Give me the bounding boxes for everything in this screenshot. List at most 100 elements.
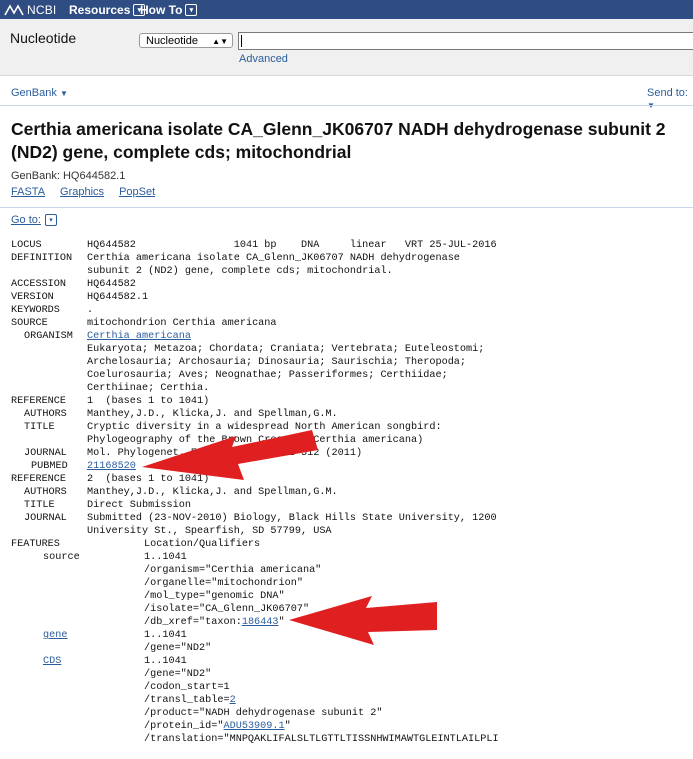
reference2-authors: Manthey,J.D., Klicka,J. and Spellman,G.M… [87, 487, 338, 498]
divider [0, 105, 693, 106]
goto-label: Go to: [11, 214, 41, 226]
chevron-down-icon: ▾ [185, 4, 198, 16]
qualifier: /gene="ND2" [144, 643, 212, 654]
pubmed-key: PUBMED [31, 461, 68, 472]
version-value: HQ644582.1 [87, 292, 149, 303]
reference1-label: 1 (bases 1 to 1041) [87, 396, 210, 407]
search-bar: Nucleotide Nucleotide ▲▼ Advanced [0, 19, 693, 76]
advanced-search-link[interactable]: Advanced [239, 53, 288, 65]
keywords-key: KEYWORDS [11, 305, 60, 316]
red-arrow-taxon [289, 596, 437, 645]
reference-key: REFERENCE [11, 474, 67, 485]
protein-id-qualifier: /protein_id="ADU53909.1" [144, 721, 291, 732]
organism-key: ORGANISM [24, 331, 73, 342]
taxonomy-line: Certhiinae; Certhia. [87, 383, 210, 394]
goto-dropdown[interactable]: Go to: ▾ [11, 214, 57, 226]
transl-prefix: /transl_table= [144, 695, 230, 706]
gene-location: 1..1041 [144, 630, 187, 641]
accession-value: HQ644582 [87, 279, 136, 290]
reference2-journal: Submitted (23-NOV-2010) Biology, Black H… [87, 513, 497, 524]
genbank-record: LOCUS HQ644582 1041 bp DNA linear VRT 25… [0, 0, 499, 759]
organism-link[interactable]: Certhia americana [87, 331, 191, 342]
qualifier: /gene="ND2" [144, 669, 212, 680]
accession-key: ACCESSION [11, 279, 67, 290]
database-title: Nucleotide [10, 30, 77, 46]
select-arrows-icon: ▲▼ [212, 37, 228, 46]
definition-line: Certhia americana isolate CA_Glenn_JK067… [87, 253, 460, 264]
taxonomy-line: Coelurosauria; Aves; Neognathae; Passeri… [87, 370, 448, 381]
cds-feature-link[interactable]: CDS [43, 656, 61, 667]
transl-table-qualifier: /transl_table=2 [144, 695, 236, 706]
source-location: 1..1041 [144, 552, 187, 563]
cds-location: 1..1041 [144, 656, 187, 667]
source-key: SOURCE [11, 318, 48, 329]
database-select-value: Nucleotide [146, 35, 198, 47]
features-key: FEATURES [11, 539, 60, 550]
authors-key: AUTHORS [24, 487, 67, 498]
taxonomy-line: Archelosauria; Archosauria; Dinosauria; … [87, 357, 467, 368]
pubmed-link[interactable]: 21168520 [87, 461, 136, 472]
qualifier: /translation="MNPQAKLIFALSLTLGTTLTISSNHW… [144, 734, 499, 745]
definition-line: subunit 2 (ND2) gene, complete cds; mito… [87, 266, 393, 277]
reference2-label: 2 (bases 1 to 1041) [87, 474, 210, 485]
reference1-journal: Mol. Phylogenet. Evol. 58 (3), 502-512 (… [87, 448, 363, 459]
source-feature-key: source [43, 552, 80, 563]
taxon-link[interactable]: 186443 [242, 617, 279, 628]
format-dropdown[interactable]: GenBank ▼ [11, 87, 68, 99]
qualifier: /mol_type="genomic DNA" [144, 591, 285, 602]
reference1-authors: Manthey,J.D., Klicka,J. and Spellman,G.M… [87, 409, 338, 420]
reference2-title: Direct Submission [87, 500, 191, 511]
definition-key: DEFINITION [11, 253, 73, 264]
version-key: VERSION [11, 292, 54, 303]
qualifier: /organism="Certhia americana" [144, 565, 322, 576]
reference1-title: Phylogeography of the Brown Creeper (Cer… [87, 435, 424, 446]
qualifier: /product="NADH dehydrogenase subunit 2" [144, 708, 383, 719]
keywords-value: . [87, 305, 94, 316]
search-input[interactable] [238, 32, 693, 50]
locus-key: LOCUS [11, 240, 42, 251]
db-xref-prefix: /db_xref="taxon: [144, 617, 242, 628]
popset-link[interactable]: PopSet [119, 186, 155, 198]
db-xref-suffix: " [278, 617, 285, 628]
record-links: FASTA Graphics PopSet [11, 186, 155, 198]
resources-label: Resources [69, 3, 131, 17]
protein-id-link[interactable]: ADU53909.1 [223, 721, 284, 732]
caret-down-icon: ▼ [59, 89, 68, 98]
protein-suffix: " [284, 721, 291, 732]
howto-label: How To [140, 3, 183, 17]
ncbi-top-bar: NCBI Resources ▾ How To ▾ [0, 0, 693, 19]
authors-key: AUTHORS [24, 409, 67, 420]
qualifier: /isolate="CA_Glenn_JK06707" [144, 604, 310, 615]
record-title: Certhia americana isolate CA_Glenn_JK067… [11, 119, 666, 162]
fasta-link[interactable]: FASTA [11, 186, 45, 198]
ncbi-logo-text: NCBI [27, 2, 57, 17]
protein-prefix: /protein_id=" [144, 721, 224, 732]
text-caret [241, 35, 242, 47]
journal-key: JOURNAL [24, 448, 67, 459]
db-xref-qualifier: /db_xref="taxon:186443" [144, 617, 285, 628]
howto-menu[interactable]: How To ▾ [140, 3, 198, 17]
database-select[interactable]: Nucleotide ▲▼ [139, 33, 233, 48]
reference2-journal: University St., Spearfish, SD 57799, USA [87, 526, 332, 537]
reference-key: REFERENCE [11, 396, 67, 407]
chevron-down-icon: ▾ [44, 214, 57, 226]
gene-feature-link[interactable]: gene [43, 630, 67, 641]
graphics-link[interactable]: Graphics [60, 186, 104, 198]
locus-value: HQ644582 1041 bp DNA linear VRT 25-JUL-2… [87, 240, 497, 251]
reference1-title: Cryptic diversity in a widespread North … [87, 422, 442, 433]
qualifier: /codon_start=1 [144, 682, 230, 693]
qualifier: /organelle="mitochondrion" [144, 578, 303, 589]
source-value: mitochondrion Certhia americana [87, 318, 277, 329]
title-key: TITLE [24, 500, 55, 511]
divider [0, 207, 693, 208]
resources-menu[interactable]: Resources ▾ [69, 3, 146, 17]
features-header: Location/Qualifiers [144, 539, 261, 550]
send-to-dropdown[interactable]: Send to: ▼ [647, 87, 693, 111]
accession-line: GenBank: HQ644582.1 [11, 170, 126, 182]
journal-key: JOURNAL [24, 513, 67, 524]
format-label: GenBank [11, 87, 57, 99]
transl-table-link[interactable]: 2 [230, 695, 236, 706]
title-key: TITLE [24, 422, 55, 433]
taxonomy-line: Eukaryota; Metazoa; Chordata; Craniata; … [87, 344, 485, 355]
send-to-label: Send to: [647, 87, 688, 99]
